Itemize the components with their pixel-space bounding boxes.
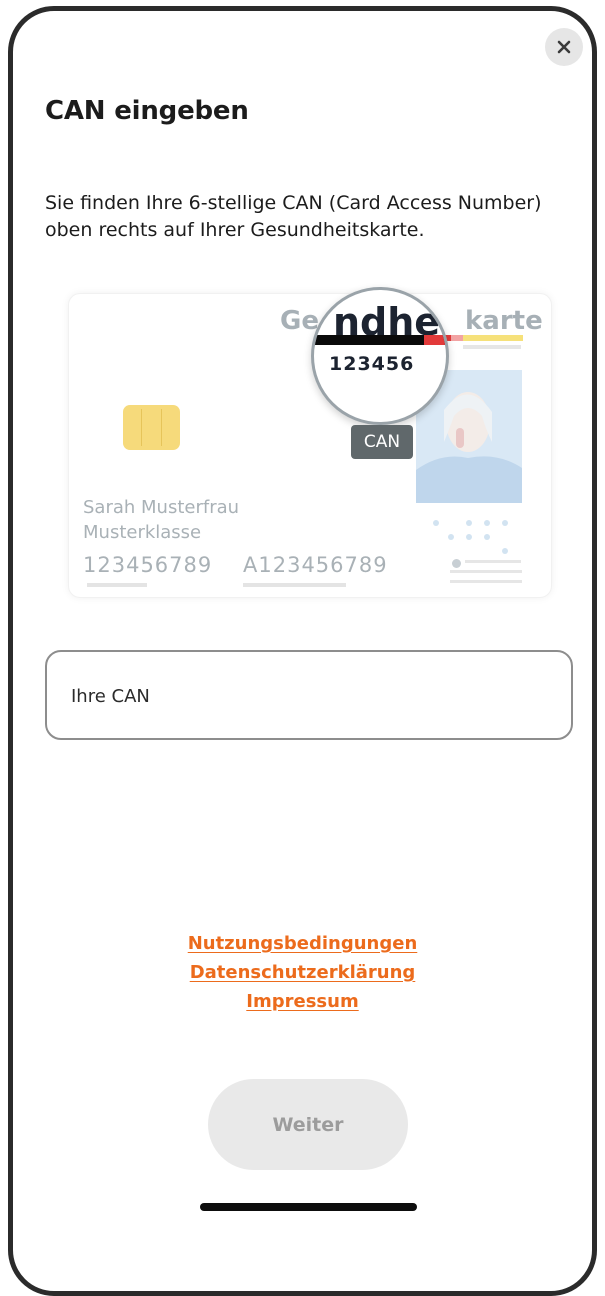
terms-link[interactable]: Nutzungsbedingungen (0, 929, 605, 958)
can-badge: CAN (351, 425, 413, 459)
card-title-left: Ge (280, 306, 319, 336)
card-decor-line (450, 580, 522, 583)
privacy-link[interactable]: Datenschutzerklärung (0, 958, 605, 987)
card-decor-dot (502, 520, 508, 526)
card-magnifier: ndhe 123456 (311, 287, 449, 425)
card-chip (123, 405, 180, 450)
card-title-right: karte (465, 306, 543, 336)
card-decor-line (465, 560, 521, 563)
can-input-container[interactable] (45, 650, 573, 740)
flag-stripe-pink (451, 335, 463, 341)
close-icon (557, 40, 571, 54)
can-input[interactable] (69, 674, 543, 718)
imprint-link[interactable]: Impressum (0, 987, 605, 1016)
card-decor-dot (448, 534, 454, 540)
card-holder-class: Musterklasse (83, 522, 202, 543)
card-decor-dot (466, 534, 472, 540)
magnified-flag-stripe (314, 335, 446, 345)
card-title: Ge karte (280, 306, 543, 336)
close-button[interactable] (545, 28, 583, 66)
card-decor-line (463, 345, 521, 349)
instruction-text: Sie finden Ihre 6-stellige CAN (Card Acc… (45, 192, 542, 241)
card-number-2: A123456789 (243, 553, 388, 577)
card-decor-dot (484, 520, 490, 526)
card-decor-dot (452, 559, 461, 568)
page-title: CAN eingeben (45, 96, 249, 126)
legal-links: Nutzungsbedingungen Datenschutzerklärung… (0, 929, 605, 1016)
card-decor-dot (484, 534, 490, 540)
card-decor-line (450, 570, 522, 573)
card-decor-underline (243, 583, 346, 587)
card-decor-dot (466, 520, 472, 526)
card-holder-name: Sarah Musterfrau (83, 497, 240, 518)
continue-button[interactable]: Weiter (208, 1079, 408, 1170)
card-decor-dot (502, 548, 508, 554)
magnified-can-number: 123456 (329, 353, 415, 375)
card-number-1: 123456789 (83, 553, 213, 577)
flag-stripe-gold (463, 335, 523, 341)
card-decor-underline (87, 583, 147, 587)
card-decor-dot (433, 520, 439, 526)
home-indicator (200, 1203, 417, 1211)
